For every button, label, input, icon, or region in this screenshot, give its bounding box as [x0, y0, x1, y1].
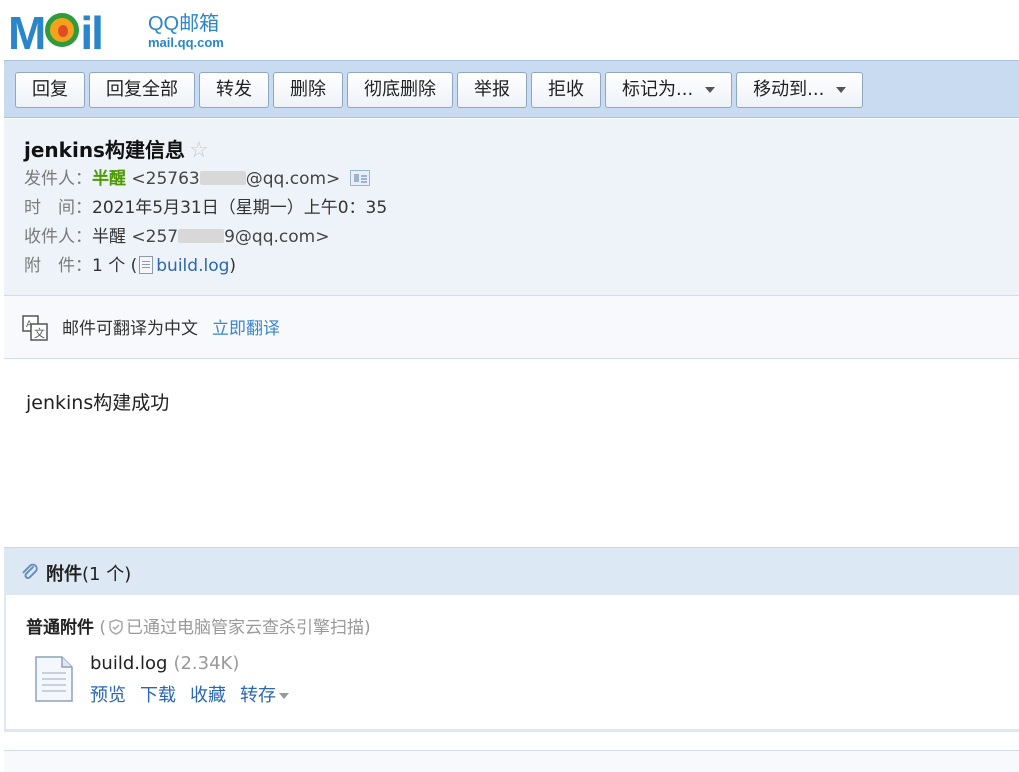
attachment-actions: 预览 下载 收藏 转存	[90, 681, 303, 707]
attachment-type-line: 普通附件 (已通过电脑管家云查杀引擎扫描)	[26, 618, 371, 638]
to-row: 收件人：半醒 <257 9@qq.com>	[24, 223, 1019, 252]
mail-body: jenkins构建成功	[26, 392, 170, 414]
attachment-type-label: 普通附件	[26, 618, 94, 638]
attachments-header: 附件(1 个)	[4, 547, 1019, 595]
translate-bar: A 文 邮件可翻译为中文 立即翻译	[4, 296, 1019, 359]
translate-text: 邮件可翻译为中文	[62, 319, 198, 339]
attachment-link[interactable]: build.log	[156, 256, 229, 276]
scan-status-text: 已通过电脑管家云查杀引擎扫描)	[126, 618, 371, 638]
attachments-title: 附件	[46, 564, 82, 585]
save-to-dropdown[interactable]: 转存	[240, 685, 289, 706]
time-label: 时 间：	[24, 198, 92, 218]
reply-button[interactable]: 回复	[15, 72, 85, 108]
logo-domain: mail.qq.com	[148, 35, 224, 50]
redaction-mask	[178, 229, 225, 243]
mail-toolbar: 回复 回复全部 转发 删除 彻底删除 举报 拒收 标记为... 移动到...	[4, 60, 1019, 118]
sender-address: <25763 @qq.com>	[131, 169, 341, 189]
chevron-down-icon	[279, 693, 289, 699]
recipient-name[interactable]: 半醒	[92, 227, 126, 247]
recipient-address: <257 9@qq.com>	[131, 227, 330, 247]
svg-text:文: 文	[34, 326, 45, 340]
favorite-link[interactable]: 收藏	[190, 685, 226, 706]
paperclip-icon	[22, 563, 38, 579]
translate-icon: A 文	[22, 315, 48, 341]
footer-divider	[4, 750, 1019, 772]
chevron-down-icon	[836, 87, 847, 93]
reply-all-button[interactable]: 回复全部	[89, 72, 195, 108]
download-link[interactable]: 下载	[140, 685, 176, 706]
reject-button[interactable]: 拒收	[531, 72, 601, 108]
contact-card-icon[interactable]	[350, 170, 371, 186]
subject-text: jenkins构建信息	[24, 138, 185, 162]
move-to-dropdown[interactable]: 移动到...	[736, 72, 864, 108]
to-label: 收件人：	[24, 227, 92, 247]
mark-as-dropdown[interactable]: 标记为...	[605, 72, 733, 108]
preview-link[interactable]: 预览	[90, 685, 126, 706]
delete-button[interactable]: 删除	[273, 72, 343, 108]
attachment-row: 附 件：1 个 (build.log)	[24, 256, 237, 276]
attachment-file-name[interactable]: build.log	[90, 653, 167, 674]
mark-as-label: 标记为...	[622, 79, 694, 100]
time-value: 2021年5月31日（星期一）上午0：35	[92, 198, 388, 218]
move-to-label: 移动到...	[753, 79, 825, 100]
report-button[interactable]: 举报	[457, 72, 527, 108]
attachments-count: (1 个)	[82, 564, 132, 585]
file-icon	[139, 256, 154, 274]
star-icon[interactable]: ☆	[189, 138, 209, 163]
attachment-file-size: (2.34K)	[173, 653, 240, 674]
logo-brand: QQ邮箱	[148, 13, 220, 35]
from-row: 发件人：半醒 <25763 @qq.com>	[24, 165, 1019, 194]
attachment-label: 附 件：	[24, 256, 92, 276]
attachments-panel: 普通附件 (已通过电脑管家云查杀引擎扫描) build.log (2.34K) 预…	[4, 595, 1019, 732]
document-icon	[35, 656, 73, 702]
permanent-delete-button[interactable]: 彻底删除	[347, 72, 453, 108]
redaction-mask	[199, 171, 246, 185]
qq-mail-logo[interactable]: Mil QQ邮箱 mail.qq.com	[8, 7, 228, 59]
attachment-file: build.log (2.34K)	[90, 653, 239, 674]
sender-name[interactable]: 半醒	[92, 169, 126, 189]
save-to-label: 转存	[240, 685, 276, 706]
logo-mark: Mil	[8, 7, 104, 59]
attachment-count: 1 个 (	[92, 256, 138, 276]
svg-text:A: A	[26, 320, 33, 330]
shield-icon	[109, 619, 123, 635]
logo-o-icon	[45, 13, 80, 47]
time-row: 时 间：2021年5月31日（星期一）上午0：35	[24, 194, 1019, 223]
mail-header: jenkins构建信息 ☆ 发件人：半醒 <25763 @qq.com> 时 间：2…	[4, 119, 1019, 296]
mail-subject: jenkins构建信息 ☆	[24, 135, 1019, 165]
chevron-down-icon	[705, 87, 716, 93]
translate-now-link[interactable]: 立即翻译	[212, 319, 280, 339]
forward-button[interactable]: 转发	[199, 72, 269, 108]
from-label: 发件人：	[24, 169, 92, 189]
